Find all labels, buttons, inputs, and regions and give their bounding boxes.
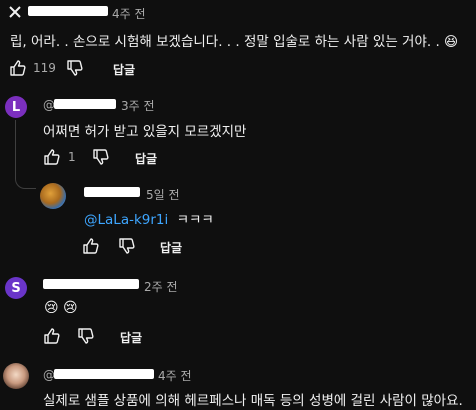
comment-text: 😢 😢	[44, 300, 78, 316]
like-count: 1	[68, 150, 76, 164]
like-icon[interactable]	[43, 327, 61, 345]
like-icon[interactable]	[9, 59, 27, 77]
dislike-icon[interactable]	[92, 148, 110, 166]
thread-connector	[15, 120, 36, 189]
reply-text: ㅋㅋㅋ	[176, 212, 214, 228]
reply-button[interactable]: 답글	[113, 61, 135, 78]
redacted-author-name	[28, 6, 108, 16]
avatar[interactable]: L	[5, 96, 27, 118]
redacted-author-name	[84, 187, 140, 197]
like-count: 119	[33, 61, 56, 75]
avatar[interactable]: S	[5, 277, 27, 299]
redacted-author-name	[54, 369, 154, 379]
reply-button[interactable]: 답글	[135, 150, 157, 167]
comment-text: @LaLa-k9r1i ㅋㅋㅋ	[84, 208, 214, 228]
redacted-author-name	[54, 99, 116, 109]
dislike-icon[interactable]	[77, 327, 95, 345]
comment-text: 어쩌면 허가 받고 있을지 모르겠지만	[43, 124, 247, 140]
comment-time: 3주 전	[121, 99, 155, 113]
comment-time: 2주 전	[144, 280, 178, 294]
avatar[interactable]	[40, 183, 66, 209]
reply-button[interactable]: 답글	[160, 239, 182, 256]
comment-text: 립, 어라. . 손으로 시험해 보겠습니다. . . 정말 입술로 하는 사람…	[10, 34, 459, 50]
mention-link[interactable]: @LaLa-k9r1i	[84, 212, 168, 228]
reply-button[interactable]: 답글	[120, 329, 142, 346]
dislike-icon[interactable]	[118, 237, 136, 255]
comment-text: 실제로 샘플 상품에 의해 헤르페스나 매독 등의 성병에 걸린 사람이 많아요…	[43, 393, 463, 409]
comment-time: 4주 전	[112, 7, 146, 21]
comment-time: 5일 전	[146, 188, 180, 202]
close-icon[interactable]	[8, 4, 22, 18]
like-icon[interactable]	[82, 237, 100, 255]
like-icon[interactable]	[43, 148, 61, 166]
redacted-author-name	[43, 279, 139, 289]
avatar[interactable]	[3, 363, 29, 389]
dislike-icon[interactable]	[66, 59, 84, 77]
comment-time: 4주 전	[158, 369, 192, 383]
